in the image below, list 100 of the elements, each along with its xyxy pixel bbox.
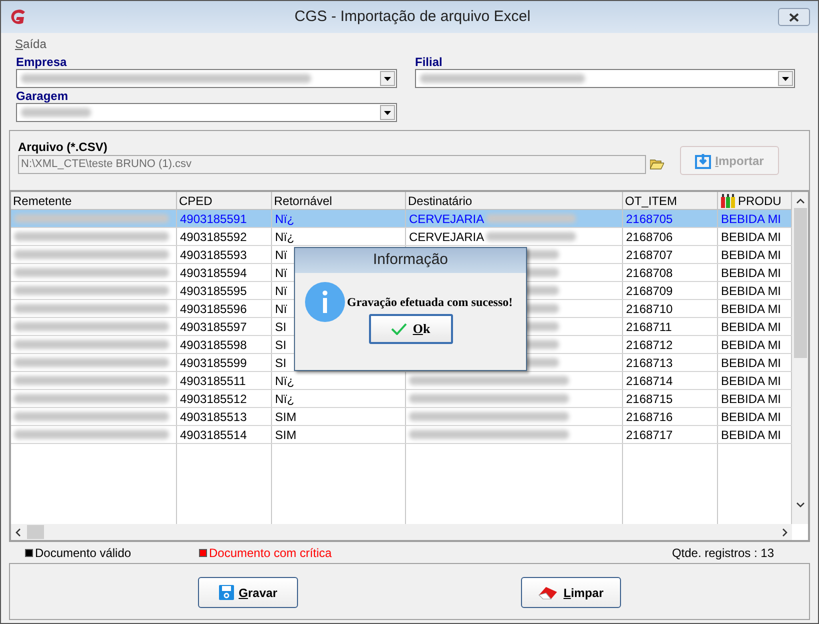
- vertical-scrollbar[interactable]: [792, 192, 808, 524]
- table-row[interactable]: 4903185511 Nï¿ 2168714 BEBIDA MI: [11, 372, 792, 390]
- table-row[interactable]: 4903185591 Nï¿ CERVEJARIA 2168705 BEBIDA MI: [11, 210, 792, 228]
- table-cell-text: 4903185512: [180, 390, 247, 407]
- table-row[interactable]: 4903185513 SIM 2168716 BEBIDA MI: [11, 408, 792, 426]
- folder-icon[interactable]: [650, 159, 664, 170]
- table-cell-text: 4903185594: [180, 264, 247, 281]
- table-cell-text: SIM: [275, 426, 296, 443]
- table-cell-text: 2168707: [626, 246, 673, 263]
- close-icon: [789, 12, 799, 22]
- table-cell-text: 2168711: [626, 318, 672, 335]
- dropdown[interactable]: [415, 69, 795, 88]
- table-cell-text: BEBIDA MI: [721, 282, 782, 299]
- table-row[interactable]: 4903185514 SIM 2168717 BEBIDA MI: [11, 426, 792, 444]
- table-cell-text: 2168715: [626, 390, 673, 407]
- column-header[interactable]: Retornável: [272, 192, 406, 209]
- table-cell-text: SI: [275, 354, 286, 371]
- table-cell-text: BEBIDA MI: [721, 426, 782, 443]
- table-cell-text: 4903185513: [180, 408, 247, 425]
- table-cell-text: Nï¿: [275, 210, 294, 227]
- table-cell-text: 4903185593: [180, 246, 247, 263]
- table-row[interactable]: 4903185592 Nï¿ CERVEJARIA 2168706 BEBIDA MI: [11, 228, 792, 246]
- table-cell-text: 2168712: [626, 336, 673, 353]
- scroll-right-icon[interactable]: [782, 528, 788, 536]
- table-cell-text: 4903185591: [180, 210, 247, 227]
- table-cell-text: Nï: [275, 246, 287, 263]
- table-cell-text: Nï¿: [275, 228, 294, 245]
- dialog-title: Informação: [372, 250, 448, 270]
- table-cell-text: BEBIDA MI: [721, 246, 782, 263]
- legend-label: Documento com crítica: [209, 544, 332, 562]
- table-cell-text: 4903185514: [180, 426, 247, 443]
- column-header[interactable]: CPED: [177, 192, 272, 209]
- dropdown[interactable]: [16, 69, 397, 88]
- table-cell-text: BEBIDA MI: [721, 408, 782, 425]
- table-cell-text: BEBIDA MI: [721, 390, 782, 407]
- table-cell-text: 4903185599: [180, 354, 247, 371]
- table-cell-text: 4903185511: [180, 372, 246, 389]
- bottles-icon: [720, 194, 736, 208]
- scroll-left-icon[interactable]: [15, 528, 21, 536]
- table-cell-text: 4903185597: [180, 318, 247, 335]
- table-cell-text: 4903185592: [180, 228, 247, 245]
- table-cell-text: 4903185595: [180, 282, 247, 299]
- column-header[interactable]: OT_ITEM: [623, 192, 718, 209]
- table-cell-text: 4903185596: [180, 300, 247, 317]
- field-label: Garagem: [16, 89, 70, 103]
- table-cell-text: 2168716: [626, 408, 673, 425]
- table-cell-text: 2168714: [626, 372, 673, 389]
- clear-button[interactable]: Limpar: [521, 577, 621, 608]
- table-cell-text: BEBIDA MI: [721, 354, 782, 371]
- info-icon: [305, 282, 345, 322]
- table-cell-text: SIM: [275, 408, 296, 425]
- table-cell-text: BEBIDA MI: [721, 264, 782, 281]
- table-cell-text: CERVEJARIA: [409, 228, 484, 245]
- table-cell-text: Nï: [275, 282, 287, 299]
- legend-label: Documento válido: [35, 544, 132, 562]
- table-cell-text: 2168706: [626, 228, 673, 245]
- table-cell-text: 2168709: [626, 282, 673, 299]
- column-header[interactable]: Destinatário: [406, 192, 623, 209]
- table-cell-text: BEBIDA MI: [721, 210, 782, 227]
- table-cell-text: SI: [275, 336, 286, 353]
- table-cell-text: BEBIDA MI: [721, 300, 782, 317]
- download-icon: [695, 152, 712, 168]
- blurred-text: [21, 108, 91, 117]
- close-button[interactable]: [778, 8, 810, 26]
- column-header[interactable]: Remetente: [11, 192, 177, 209]
- horizontal-scrollbar[interactable]: [11, 524, 792, 540]
- app-logo-icon: [9, 9, 27, 25]
- table-cell-text: Nï¿: [275, 390, 294, 407]
- file-path-field[interactable]: N:\XML_CTE\teste BRUNO (1).csv: [18, 155, 646, 174]
- eraser-icon: [538, 586, 558, 600]
- menu-item[interactable]: Saída: [15, 35, 46, 53]
- table-cell-text: Nï: [275, 300, 287, 317]
- table-cell-text: SI: [275, 318, 286, 335]
- table-cell-text: BEBIDA MI: [721, 372, 782, 389]
- table-cell-text: 2168713: [626, 354, 673, 371]
- table-cell-text: 2168710: [626, 300, 673, 317]
- table-cell-text: BEBIDA MI: [721, 336, 782, 353]
- table-cell-text: BEBIDA MI: [721, 318, 782, 335]
- field-label: Filial: [415, 55, 444, 69]
- table-cell-text: BEBIDA MI: [721, 228, 782, 245]
- dialog-message: Gravação efetuada com sucesso!: [347, 294, 513, 311]
- field-label: Arquivo (*.CSV): [18, 140, 108, 154]
- table-cell-text: 2168708: [626, 264, 673, 281]
- field-label: Empresa: [16, 55, 68, 69]
- ok-button[interactable]: Ok: [368, 314, 452, 344]
- dropdown[interactable]: [16, 103, 397, 122]
- save-button[interactable]: Gravar: [198, 577, 298, 608]
- table-row[interactable]: 4903185512 Nï¿ 2168715 BEBIDA MI: [11, 390, 792, 408]
- record-count: Qtde. registros : 13: [672, 544, 774, 562]
- table-cell-text: CERVEJARIA: [409, 210, 484, 227]
- column-header[interactable]: PRODU: [718, 192, 792, 209]
- table-cell-text: Nï: [275, 264, 287, 281]
- scroll-up-icon[interactable]: [796, 198, 804, 204]
- table-cell-text: 4903185598: [180, 336, 247, 353]
- scroll-thumb[interactable]: [794, 208, 806, 358]
- scroll-thumb[interactable]: [27, 525, 44, 539]
- checkmark-icon: [390, 323, 407, 335]
- scroll-down-icon[interactable]: [796, 502, 804, 508]
- table-cell-text: Nï¿: [275, 372, 294, 389]
- table-cell-text: 2168705: [626, 210, 673, 227]
